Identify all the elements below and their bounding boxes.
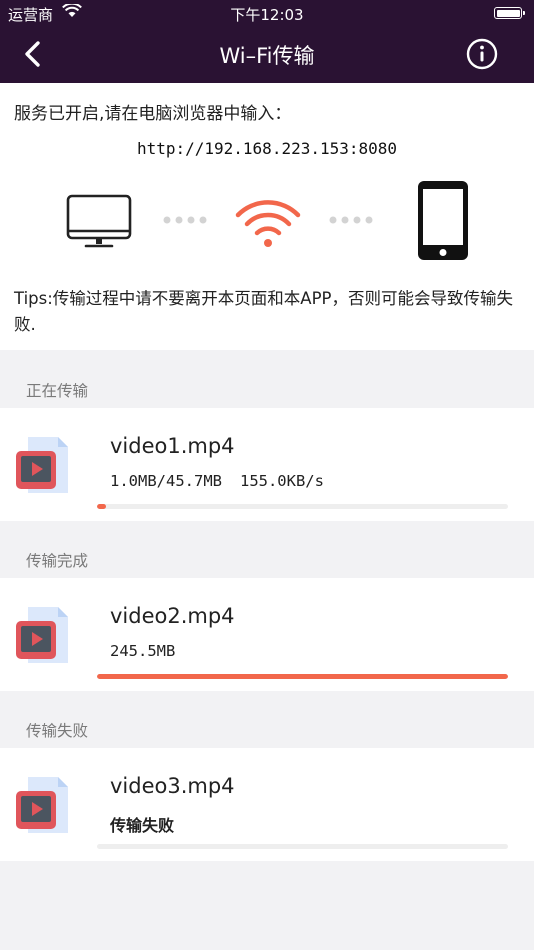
transfer-speed: 155.0KB/s	[239, 472, 324, 490]
server-url: http://192.168.223.153:8080	[136, 139, 398, 158]
connection-dots-icon	[163, 216, 207, 224]
monitor-icon	[66, 194, 132, 248]
video-file-icon	[16, 437, 68, 493]
progress-fill	[97, 674, 508, 679]
battery-icon	[494, 7, 525, 19]
section-header-failed: 传输失败	[26, 722, 89, 740]
section-header-completed: 传输完成	[26, 552, 89, 570]
progress-bar	[97, 844, 508, 849]
progress-bar	[97, 504, 508, 509]
page-title: Wi–Fi传输	[219, 44, 315, 68]
progress-fill	[97, 504, 107, 509]
file-name: video2.mp4	[110, 604, 235, 628]
status-time: 下午12:03	[230, 6, 304, 24]
instruction-text: 服务已开启,请在电脑浏览器中输入：	[14, 104, 292, 124]
video-file-icon	[16, 607, 68, 663]
file-size: 1.0MB/45.7MB	[110, 472, 222, 490]
phone-icon	[418, 181, 468, 260]
list-item[interactable]: video3.mp4 传输失败	[0, 748, 534, 861]
progress-bar	[97, 674, 508, 679]
status-bar: 运营商 下午12:03	[0, 0, 534, 28]
tips-text: Tips:传输过程中请不要离开本页面和本APP，否则可能会导致传输失败.	[14, 289, 513, 334]
list-item[interactable]: video1.mp4 1.0MB/45.7MB 155.0KB/s	[0, 408, 534, 521]
video-file-icon	[16, 777, 68, 833]
file-meta: 1.0MB/45.7MB 155.0KB/s	[110, 472, 324, 490]
nav-header: 运营商 下午12:03 Wi–Fi传输	[0, 0, 534, 83]
failure-status: 传输失败	[110, 816, 175, 835]
wifi-icon	[235, 200, 301, 247]
info-icon[interactable]	[466, 38, 498, 70]
connection-dots-icon	[329, 216, 373, 224]
file-name: video3.mp4	[110, 774, 235, 798]
section-header-transferring: 正在传输	[26, 382, 89, 400]
connection-card: 服务已开启,请在电脑浏览器中输入： http://192.168.223.153…	[0, 83, 534, 350]
file-size: 245.5MB	[110, 642, 176, 660]
list-item[interactable]: video2.mp4 245.5MB	[0, 578, 534, 691]
file-name: video1.mp4	[110, 434, 235, 458]
